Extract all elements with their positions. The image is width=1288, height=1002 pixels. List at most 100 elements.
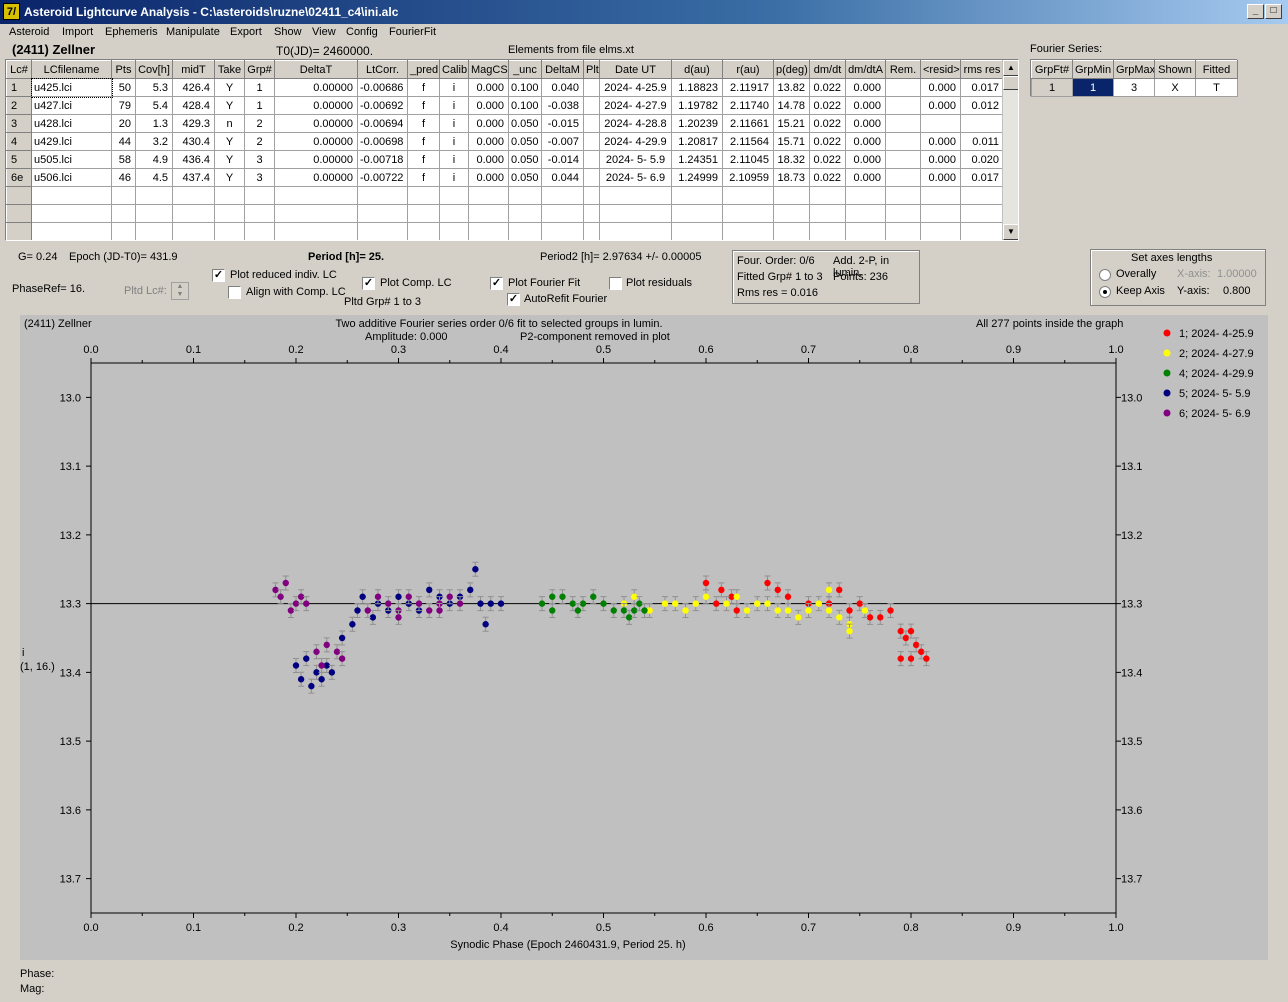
table-cell[interactable]: 46 xyxy=(111,168,136,187)
scroll-down-icon[interactable]: ▼ xyxy=(1003,224,1018,240)
table-cell[interactable] xyxy=(885,132,921,151)
column-header[interactable]: Plt xyxy=(583,60,600,79)
table-cell[interactable]: 1 xyxy=(244,96,275,115)
table-cell[interactable] xyxy=(809,204,846,223)
table-cell[interactable]: 0.000 xyxy=(468,150,509,169)
table-cell[interactable] xyxy=(214,222,245,240)
table-cell[interactable]: 0.017 xyxy=(960,78,1004,97)
table-cell[interactable]: 0.050 xyxy=(508,132,542,151)
table-cell[interactable] xyxy=(357,204,408,223)
table-cell[interactable]: 2024- 4-27.9 xyxy=(599,96,672,115)
table-cell[interactable] xyxy=(111,222,136,240)
table-cell[interactable]: 0.022 xyxy=(809,114,846,133)
table-cell[interactable]: -0.007 xyxy=(541,132,584,151)
table-cell[interactable] xyxy=(885,78,921,97)
table-row[interactable]: 5 u505.lci 58 4.9 436.4 Y 3 0.00000 -0.00718 f i 0.… xyxy=(6,150,1004,169)
table-cell[interactable]: 13.82 xyxy=(773,78,810,97)
fourier-cell-grpft[interactable]: 1 xyxy=(1031,78,1073,97)
table-cell[interactable]: -0.00686 xyxy=(357,78,408,97)
column-header[interactable]: dm/dtA xyxy=(845,60,886,79)
table-cell[interactable]: 436.4 xyxy=(172,150,215,169)
table-cell[interactable]: 2.11917 xyxy=(722,78,774,97)
table-cell[interactable]: -0.00694 xyxy=(357,114,408,133)
table-cell[interactable]: 429.3 xyxy=(172,114,215,133)
table-cell[interactable]: 0.022 xyxy=(809,168,846,187)
table-cell[interactable]: i xyxy=(439,168,469,187)
table-cell[interactable]: 50 xyxy=(111,78,136,97)
table-row[interactable]: 2 u427.lci 79 5.4 428.4 Y 1 0.00000 -0.00692 f i 0.… xyxy=(6,96,1004,115)
column-header[interactable]: d(au) xyxy=(671,60,723,79)
table-cell[interactable]: 4.5 xyxy=(135,168,173,187)
table-cell[interactable]: 0.000 xyxy=(920,132,961,151)
table-cell[interactable]: 5.3 xyxy=(135,78,173,97)
fourier-cell-grpmin[interactable]: 1 xyxy=(1072,78,1114,97)
table-cell[interactable]: 2024- 5- 6.9 xyxy=(599,168,672,187)
table-cell[interactable]: 437.4 xyxy=(172,168,215,187)
table-cell[interactable]: 2.11045 xyxy=(722,150,774,169)
table-cell[interactable]: -0.038 xyxy=(541,96,584,115)
table-cell[interactable] xyxy=(468,204,509,223)
table-cell[interactable] xyxy=(357,222,408,240)
table-cell[interactable]: -0.00698 xyxy=(357,132,408,151)
table-cell[interactable]: 1.20817 xyxy=(671,132,723,151)
table-cell[interactable]: 18.32 xyxy=(773,150,810,169)
table-cell[interactable] xyxy=(541,204,584,223)
table-cell[interactable]: 15.21 xyxy=(773,114,810,133)
table-cell[interactable] xyxy=(583,78,600,97)
table-cell[interactable]: 0.00000 xyxy=(274,150,358,169)
table-cell[interactable]: 0.050 xyxy=(508,114,542,133)
table-cell[interactable]: 0.022 xyxy=(809,132,846,151)
column-header[interactable]: LCfilename xyxy=(31,60,112,79)
spin-up-icon[interactable]: ▲ xyxy=(172,283,188,291)
table-cell[interactable]: 0.050 xyxy=(508,168,542,187)
row-header[interactable]: 2 xyxy=(6,96,32,115)
overall-radio[interactable] xyxy=(1099,269,1111,281)
table-cell[interactable]: 426.4 xyxy=(172,78,215,97)
minimize-button[interactable]: _ xyxy=(1247,4,1264,19)
fourier-cell-grpmax[interactable]: 3 xyxy=(1113,78,1155,97)
table-cell[interactable]: 0.022 xyxy=(809,78,846,97)
table-cell[interactable] xyxy=(773,186,810,205)
table-cell[interactable] xyxy=(172,204,215,223)
row-header[interactable]: 6e xyxy=(6,168,32,187)
menu-view[interactable]: View xyxy=(312,26,336,38)
autorefit-checkbox[interactable]: ✓ xyxy=(507,293,520,306)
table-cell[interactable]: 20 xyxy=(111,114,136,133)
column-header[interactable]: Take xyxy=(214,60,245,79)
table-cell[interactable] xyxy=(508,222,542,240)
table-cell[interactable] xyxy=(439,204,469,223)
table-row-empty[interactable] xyxy=(6,222,1004,240)
table-cell[interactable] xyxy=(960,186,1004,205)
table-cell[interactable]: 2.10959 xyxy=(722,168,774,187)
table-cell[interactable] xyxy=(172,222,215,240)
table-cell[interactable]: n xyxy=(214,114,245,133)
table-cell[interactable] xyxy=(960,204,1004,223)
table-cell[interactable] xyxy=(6,222,32,240)
table-cell[interactable]: u428.lci xyxy=(31,114,112,133)
column-header[interactable]: DeltaM xyxy=(541,60,584,79)
table-cell[interactable]: 0.000 xyxy=(468,96,509,115)
table-cell[interactable]: f xyxy=(407,114,440,133)
spin-down-icon[interactable]: ▼ xyxy=(172,291,188,299)
table-cell[interactable]: i xyxy=(439,114,469,133)
table-cell[interactable]: 0.011 xyxy=(960,132,1004,151)
table-cell[interactable] xyxy=(541,222,584,240)
table-cell[interactable]: 1.24351 xyxy=(671,150,723,169)
table-cell[interactable] xyxy=(671,222,723,240)
table-cell[interactable]: 2 xyxy=(244,114,275,133)
table-cell[interactable] xyxy=(135,222,173,240)
table-cell[interactable] xyxy=(583,114,600,133)
table-cell[interactable]: u427.lci xyxy=(31,96,112,115)
table-cell[interactable] xyxy=(135,186,173,205)
table-cell[interactable]: f xyxy=(407,150,440,169)
table-cell[interactable]: 1 xyxy=(244,78,275,97)
table-cell[interactable] xyxy=(722,186,774,205)
column-header[interactable]: Date UT xyxy=(599,60,672,79)
table-cell[interactable] xyxy=(407,222,440,240)
table-cell[interactable]: 3.2 xyxy=(135,132,173,151)
table-cell[interactable] xyxy=(583,186,600,205)
plot-residuals-checkbox[interactable] xyxy=(609,277,622,290)
x-axis-value[interactable]: 1.00000 xyxy=(1217,268,1257,280)
table-cell[interactable]: 0.100 xyxy=(508,78,542,97)
table-cell[interactable] xyxy=(583,168,600,187)
